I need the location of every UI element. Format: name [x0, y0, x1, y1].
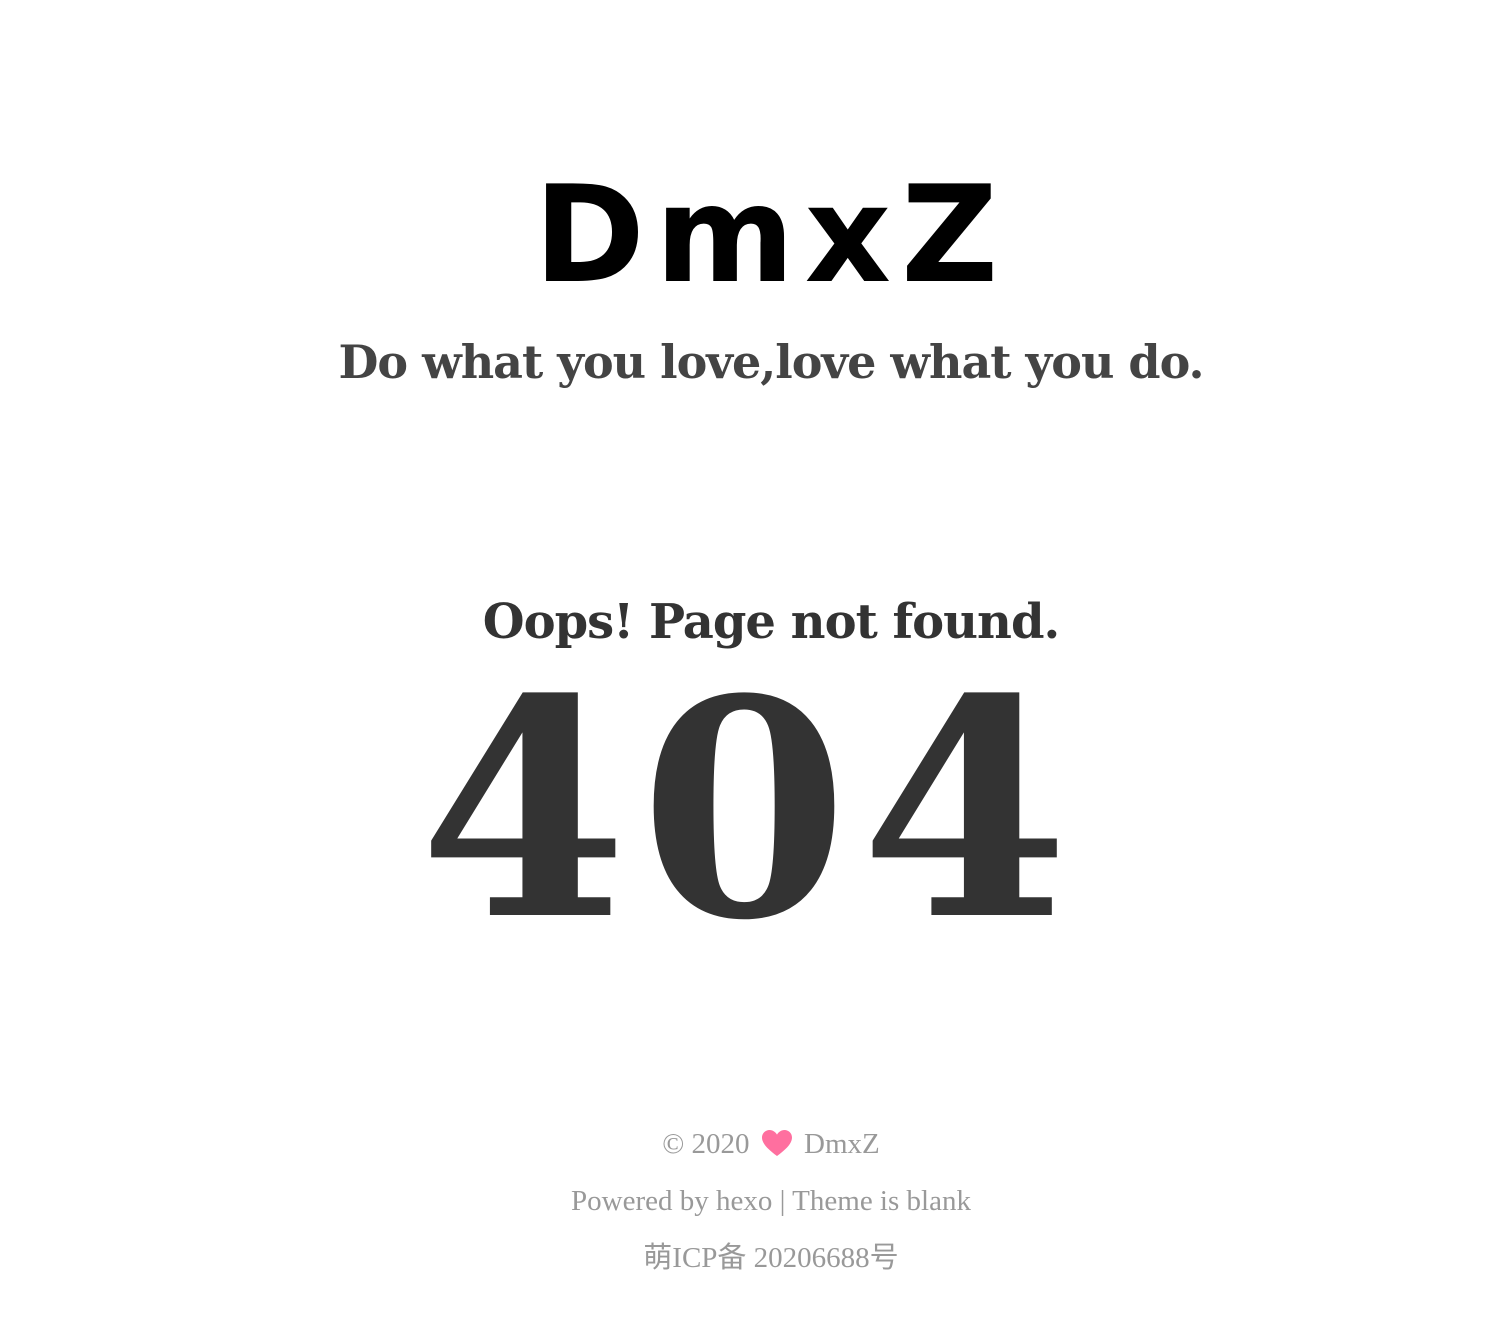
copyright-year: 2020: [691, 1128, 750, 1160]
footer-copyright-line: © 2020 DmxZ: [0, 1120, 1504, 1177]
footer-separator: |: [779, 1185, 786, 1217]
heart-icon: [761, 1124, 793, 1172]
theme-link[interactable]: Theme is blank: [792, 1185, 971, 1217]
footer-powered-line: Powered by hexo | Theme is blank: [0, 1177, 1504, 1234]
author-link[interactable]: DmxZ: [804, 1128, 880, 1160]
footer-icp-line: 萌ICP备 20206688号: [0, 1234, 1504, 1291]
copyright-symbol: ©: [662, 1128, 685, 1160]
error-code: 404: [418, 633, 1082, 986]
footer: © 2020 DmxZ Powered by hexo | Theme is b…: [0, 1120, 1504, 1291]
site-title-link[interactable]: DmxZ: [0, 160, 1504, 310]
site-subtitle: Do what you love,love what you do.: [338, 335, 1205, 389]
icp-link[interactable]: 萌ICP备 20206688号: [643, 1242, 898, 1274]
powered-by-hexo-link[interactable]: Powered by hexo: [571, 1185, 772, 1217]
page: DmxZ Do what you love,love what you do. …: [0, 0, 1504, 1339]
heart-icon-shape: [761, 1130, 792, 1156]
